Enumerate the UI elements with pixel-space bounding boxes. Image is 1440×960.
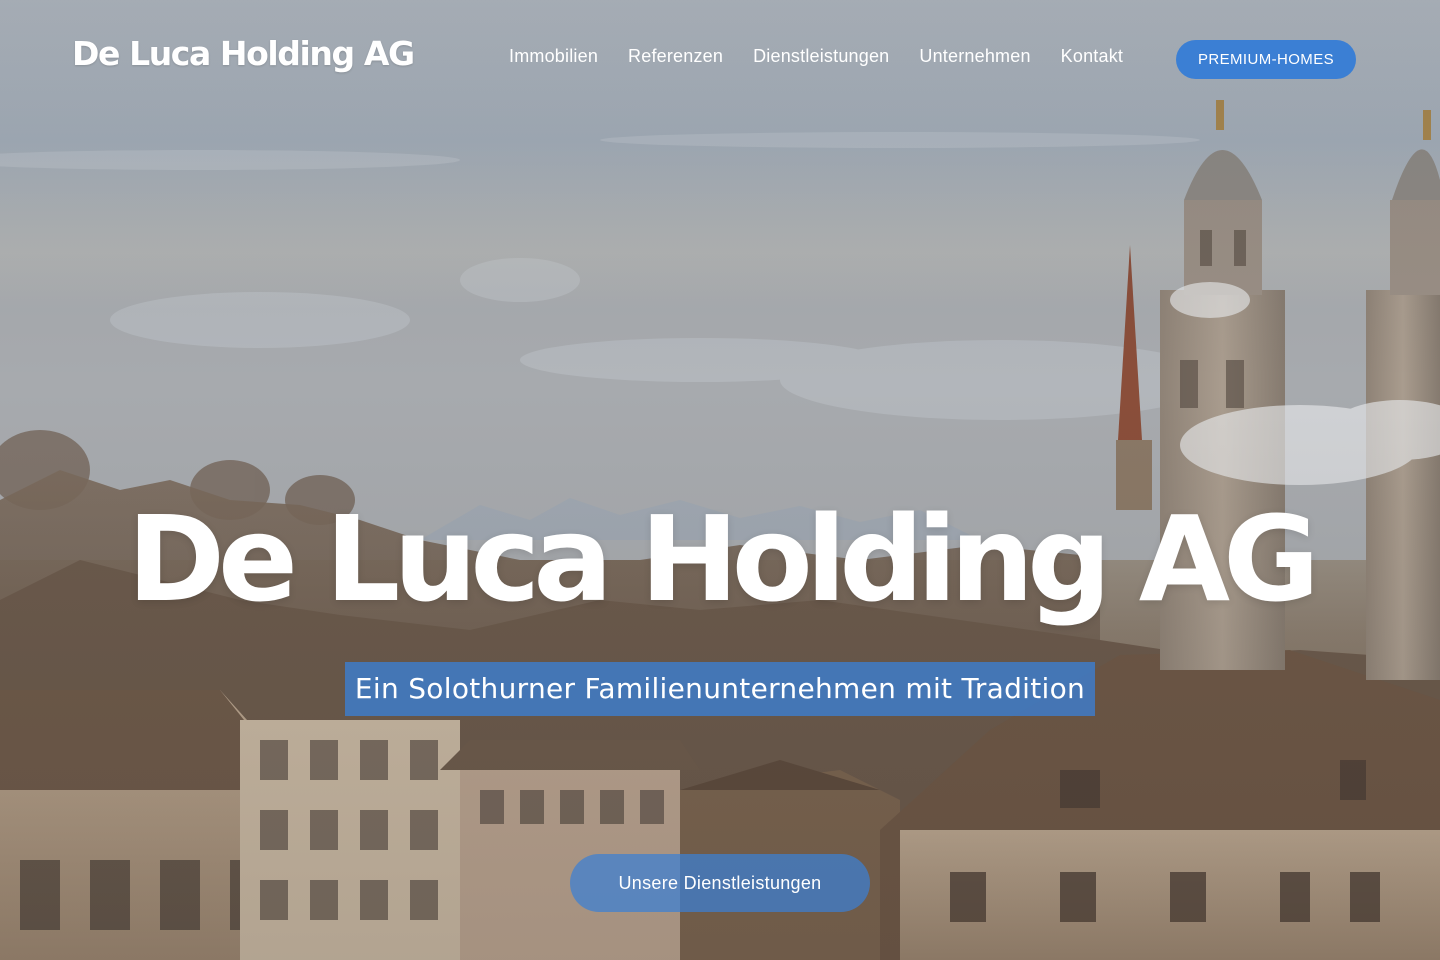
nav-item-referenzen[interactable]: Referenzen xyxy=(628,46,723,67)
site-logo[interactable]: De Luca Holding AG xyxy=(72,34,415,73)
main-nav: Immobilien Referenzen Dienstleistungen U… xyxy=(509,46,1123,67)
premium-homes-button[interactable]: PREMIUM-HOMES xyxy=(1176,40,1356,79)
hero-section: De Luca Holding AG Immobilien Referenzen… xyxy=(0,0,1440,960)
site-header: De Luca Holding AG Immobilien Referenzen… xyxy=(0,0,1440,118)
city-background-image xyxy=(0,0,1440,960)
nav-item-unternehmen[interactable]: Unternehmen xyxy=(919,46,1030,67)
services-button[interactable]: Unsere Dienstleistungen xyxy=(570,854,870,912)
nav-item-immobilien[interactable]: Immobilien xyxy=(509,46,598,67)
nav-item-kontakt[interactable]: Kontakt xyxy=(1061,46,1123,67)
hero-subtitle-wrapper: Ein Solothurner Familienunternehmen mit … xyxy=(0,662,1440,716)
hero-subtitle: Ein Solothurner Familienunternehmen mit … xyxy=(344,662,1096,716)
hero-title: De Luca Holding AG xyxy=(127,490,1320,628)
nav-item-dienstleistungen[interactable]: Dienstleistungen xyxy=(753,46,889,67)
